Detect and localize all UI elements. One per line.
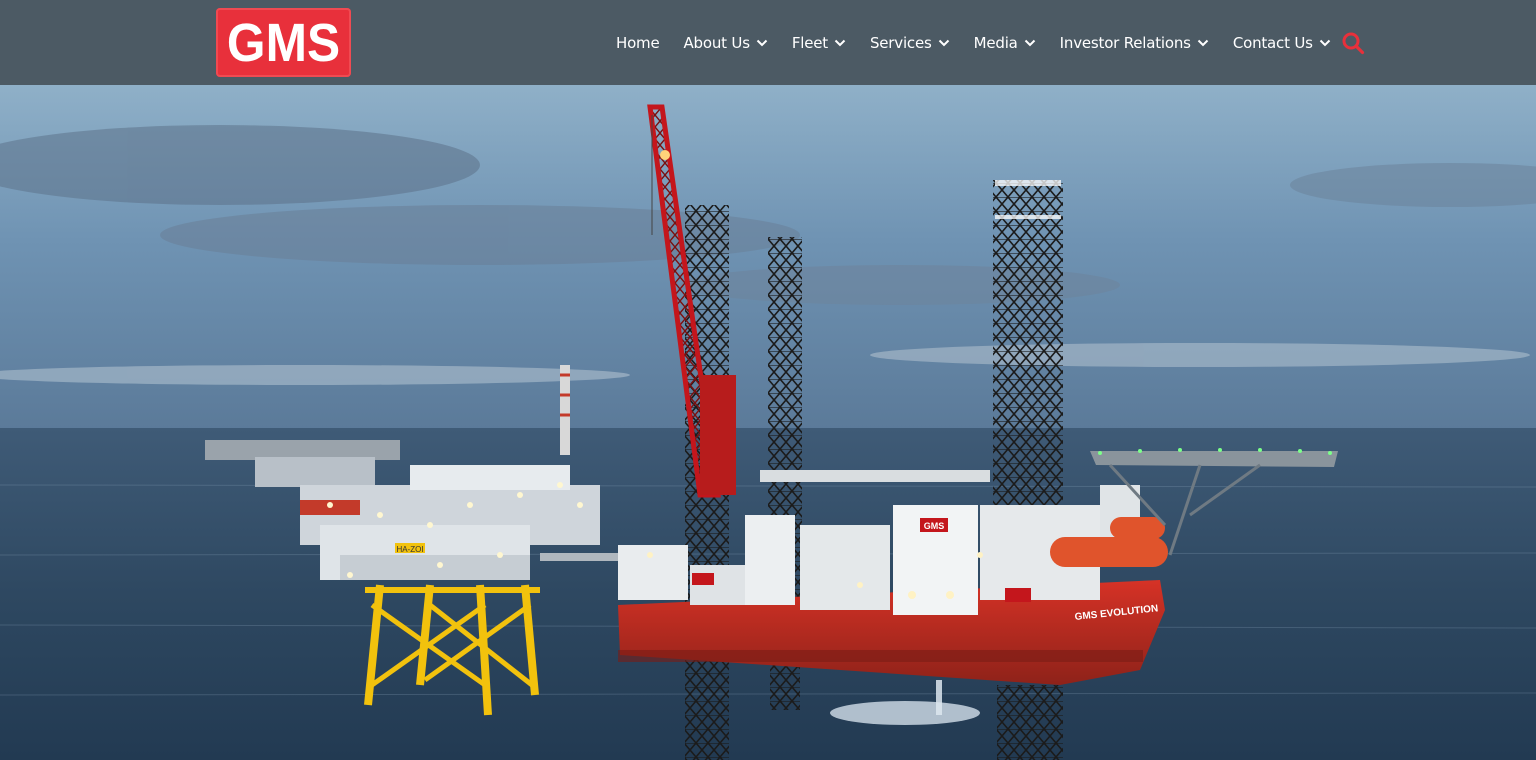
chevron-down-icon [834, 39, 846, 46]
platform-tag: HA-ZOI [396, 545, 423, 554]
nav-label-contact-us: Contact Us [1232, 33, 1313, 52]
hero-image: HA-ZOI GMS EVOLUTION GMS [0, 85, 1536, 760]
site-header: GMS Home About Us Fleet Services Media I… [0, 0, 1536, 85]
nav-item-contact-us[interactable]: Contact Us [1233, 34, 1331, 52]
nav-label-investor-relations: Investor Relations [1059, 33, 1191, 52]
nav-item-home[interactable]: Home [616, 34, 660, 52]
nav-item-about-us[interactable]: About Us [684, 34, 768, 52]
chevron-down-icon [1024, 39, 1035, 46]
nav-item-investor-relations[interactable]: Investor Relations [1060, 34, 1209, 52]
nav-label-home: Home [616, 33, 660, 52]
search-icon[interactable] [1341, 31, 1365, 55]
offshore-platform-scene: HA-ZOI GMS EVOLUTION GMS [0, 85, 1536, 760]
nav-item-services[interactable]: Services [870, 34, 950, 52]
nav-label-about-us: About Us [683, 33, 751, 52]
logo-text: GMS [226, 12, 341, 73]
nav-item-fleet[interactable]: Fleet [792, 34, 846, 52]
chevron-down-icon [1197, 39, 1209, 46]
main-nav: Home About Us Fleet Services Media Inves… [616, 0, 1365, 85]
nav-item-media[interactable]: Media [974, 34, 1036, 52]
nav-label-media: Media [973, 33, 1018, 52]
chevron-down-icon [1319, 39, 1330, 46]
gms-logo[interactable]: GMS [216, 8, 351, 77]
chevron-down-icon [756, 39, 768, 46]
nav-label-fleet: Fleet [791, 33, 828, 52]
chevron-down-icon [938, 39, 949, 46]
hull-badge: GMS [924, 521, 945, 531]
nav-label-services: Services [869, 33, 932, 52]
